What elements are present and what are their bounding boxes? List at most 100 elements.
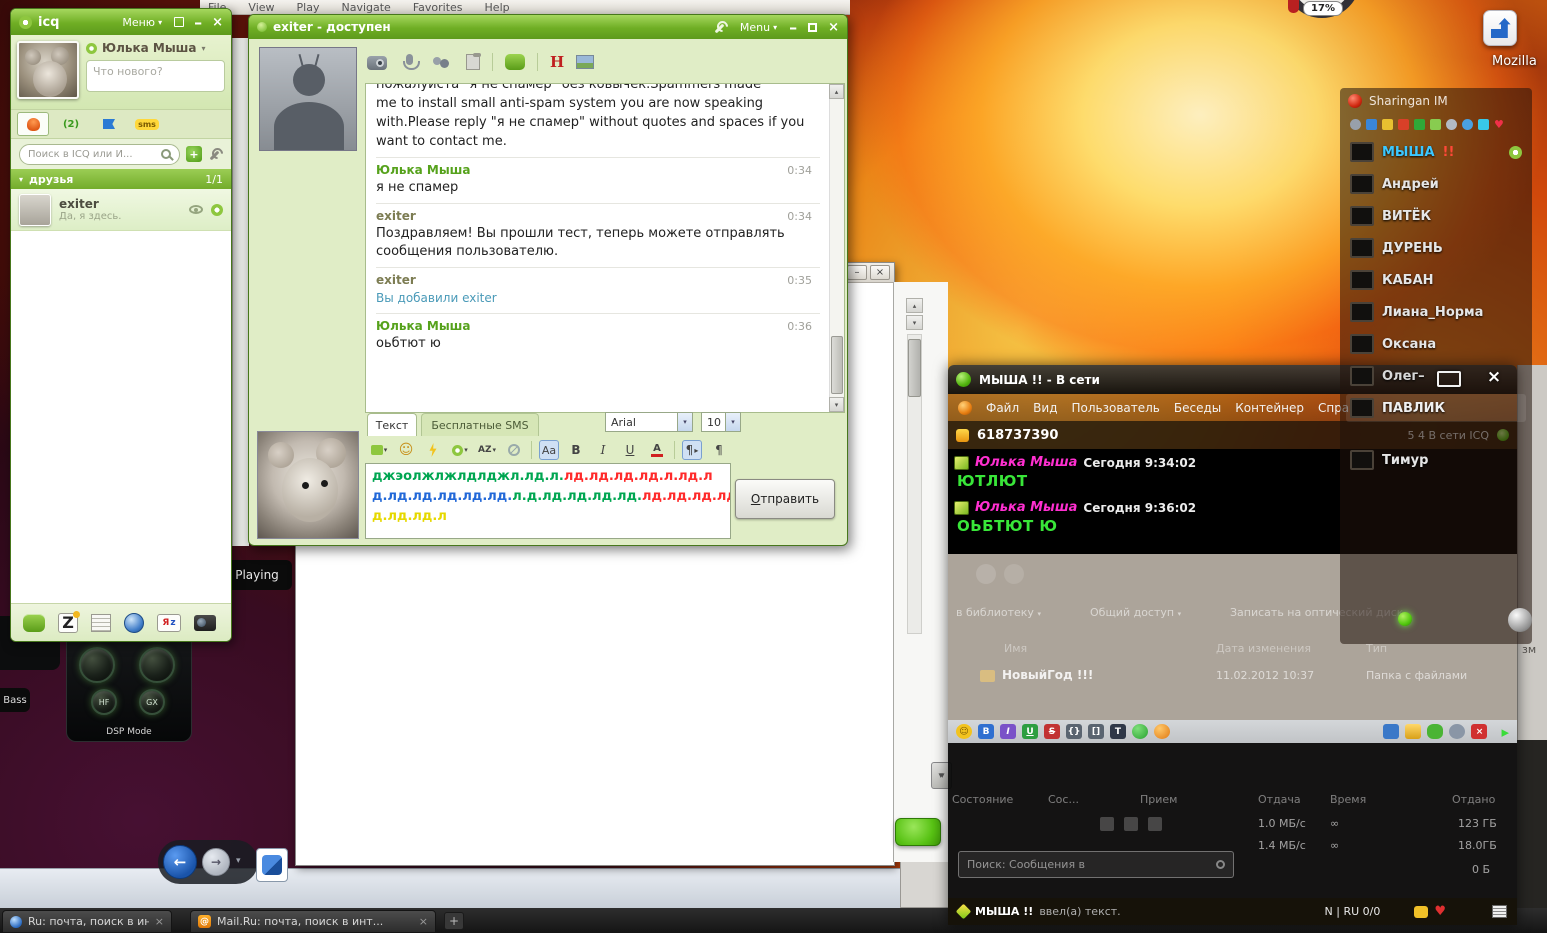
chat-minimize-button[interactable]: – [789, 18, 797, 37]
menu-play[interactable]: Play [297, 1, 320, 14]
qip-input-area[interactable]: Состояние Сос... Прием Отдача Время Отда… [948, 743, 1517, 898]
contacts-icon[interactable] [1366, 118, 1377, 130]
font-color-button[interactable]: A [647, 440, 667, 460]
font-family-select[interactable]: Arial ▾ [605, 412, 693, 432]
invite-contacts-icon[interactable] [431, 53, 451, 71]
browser-globe-icon[interactable] [124, 612, 144, 633]
contact-row[interactable]: Тимур [1346, 446, 1526, 474]
chat-settings-wrench-icon[interactable] [713, 20, 728, 35]
status-message-input[interactable]: Что нового? [86, 60, 225, 92]
alert-bell-button[interactable] [1154, 724, 1170, 739]
search-input[interactable]: Поиск в ICQ или И... [19, 143, 180, 165]
translator-icon[interactable]: Яz [157, 613, 181, 632]
sharingan-titlebar[interactable]: Sharingan IM [1340, 88, 1532, 114]
underline-button[interactable]: U [620, 440, 640, 460]
icq-pin-button[interactable] [174, 17, 185, 27]
games-icon[interactable] [23, 613, 45, 632]
rambler-z-icon[interactable]: Z [58, 610, 80, 633]
games-icon[interactable] [505, 54, 525, 70]
contact-list-empty[interactable] [11, 231, 231, 603]
rtl-paragraph-button[interactable]: ¶ ▸ [682, 440, 702, 460]
settings-gear-button[interactable] [1449, 724, 1466, 739]
chat-titlebar[interactable]: exiter - доступен Menu ▾ – × [249, 15, 847, 39]
font-family-dropdown-arrow[interactable]: ▾ [677, 413, 692, 431]
chat-close-button[interactable]: × [828, 20, 839, 35]
panel-dropdown-button[interactable]: ▾ [906, 315, 923, 330]
chat-scrollbar-thumb[interactable] [831, 336, 843, 394]
panel-scroll-up-button[interactable]: ▴ [906, 298, 923, 313]
user-avatar-photo[interactable] [17, 41, 79, 99]
panel-scrollbar-track[interactable] [907, 334, 922, 634]
background-window-close-button[interactable]: × [870, 265, 890, 280]
compose-tab-sms[interactable]: Бесплатные SMS [421, 413, 539, 436]
text-style-button[interactable]: Aa [539, 440, 559, 460]
back-button[interactable]: ← [163, 845, 197, 879]
bass-tab[interactable]: Bass [0, 688, 30, 712]
underline-button[interactable]: U [1022, 724, 1038, 739]
menu-navigate[interactable]: Navigate [341, 1, 390, 14]
send-mode-button[interactable]: ▾ [369, 440, 389, 460]
close-chat-button[interactable]: × [1471, 724, 1488, 739]
qip-restore-button[interactable] [1437, 371, 1461, 387]
new-tab-button[interactable]: + [444, 912, 464, 930]
chat-message-area[interactable]: пожалуйста "я не спамер" без ковычек.Spa… [365, 83, 845, 413]
video-camera-icon[interactable] [194, 614, 216, 631]
block-globe-icon[interactable] [504, 440, 524, 460]
own-avatar-photo[interactable] [257, 431, 359, 539]
contact-row-exiter[interactable]: exiter Да, я здесь. [11, 189, 231, 231]
contact-row[interactable]: КАБАН [1346, 266, 1526, 294]
contact-row[interactable]: Оксана [1346, 330, 1526, 358]
search-icon[interactable] [1462, 118, 1473, 130]
tab-sms[interactable]: sms [131, 112, 163, 136]
tools-wrench-icon[interactable] [208, 147, 223, 162]
chat-scroll-up-button[interactable]: ▴ [829, 84, 844, 99]
mute-knob[interactable] [139, 647, 175, 683]
svn-knob[interactable] [79, 647, 115, 683]
chat-scrollbar[interactable]: ▴ ▾ [829, 84, 844, 412]
bold-button[interactable]: B [566, 440, 586, 460]
chat-menu-button[interactable]: Menu ▾ [740, 21, 777, 34]
sound-icon[interactable] [1398, 118, 1409, 130]
icq-menu-button[interactable]: Меню ▾ [122, 16, 162, 29]
font-size-select[interactable]: 10 ▾ [701, 412, 741, 432]
icq-titlebar[interactable]: icq Меню ▾ – × [11, 9, 231, 35]
contact-group-header[interactable]: ▾ друзья 1/1 [11, 169, 231, 189]
tab1-close-icon[interactable]: × [155, 915, 164, 928]
tab-contacts[interactable] [17, 112, 49, 136]
code-button[interactable]: [] [1088, 724, 1104, 739]
mail-icon[interactable] [1382, 118, 1393, 130]
icq-minimize-button[interactable]: – [194, 13, 202, 32]
tab-calls[interactable]: (2) [55, 112, 87, 136]
chat-icon[interactable] [1414, 118, 1425, 130]
italic-button[interactable]: I [593, 440, 613, 460]
taskbar-tab-1[interactable]: Ru: почта, поиск в инт... × [2, 910, 172, 933]
background-window-minimize-button[interactable]: – [847, 265, 867, 280]
forward-button[interactable]: → [202, 848, 230, 876]
bold-button[interactable]: B [978, 724, 994, 739]
qip-menu-container[interactable]: Контейнер [1235, 401, 1304, 415]
icq-close-button[interactable]: × [212, 15, 223, 30]
group-chat-icon[interactable] [1430, 118, 1441, 130]
tab2-close-icon[interactable]: × [419, 915, 428, 928]
strikethrough-button[interactable]: S [1044, 724, 1060, 739]
italic-button[interactable]: I [1000, 724, 1016, 739]
qip-heart-icon[interactable]: ♥ [1434, 904, 1446, 919]
contact-row[interactable]: ПАВЛИК [1346, 394, 1526, 422]
buzz-lightning-icon[interactable] [423, 440, 443, 460]
gx-knob[interactable]: GX [139, 689, 165, 715]
green-action-button[interactable] [895, 818, 941, 846]
compose-input[interactable]: джэолжлжлдлджл.лд.л.лд.лд.лд.лд.л.лд.л д… [365, 463, 731, 539]
menu-help[interactable]: Help [485, 1, 510, 14]
contact-row[interactable]: Лиана_Норма [1346, 298, 1526, 326]
gift-flower-button[interactable]: ▾ [450, 440, 470, 460]
compose-tab-text[interactable]: Текст [367, 413, 417, 436]
qip-menu-user[interactable]: Пользователь [1071, 401, 1159, 415]
hf-knob[interactable]: HF [91, 689, 117, 715]
visibility-eye-icon[interactable] [189, 205, 203, 214]
emoticons-button[interactable]: ☺ [956, 724, 972, 739]
qip-close-button[interactable]: × [1482, 366, 1506, 388]
microphone-icon[interactable] [399, 53, 420, 71]
panel-scrollbar-thumb[interactable] [908, 339, 921, 397]
favorites-heart-icon[interactable]: ♥ [1494, 118, 1504, 131]
menu-favorites[interactable]: Favorites [413, 1, 463, 14]
